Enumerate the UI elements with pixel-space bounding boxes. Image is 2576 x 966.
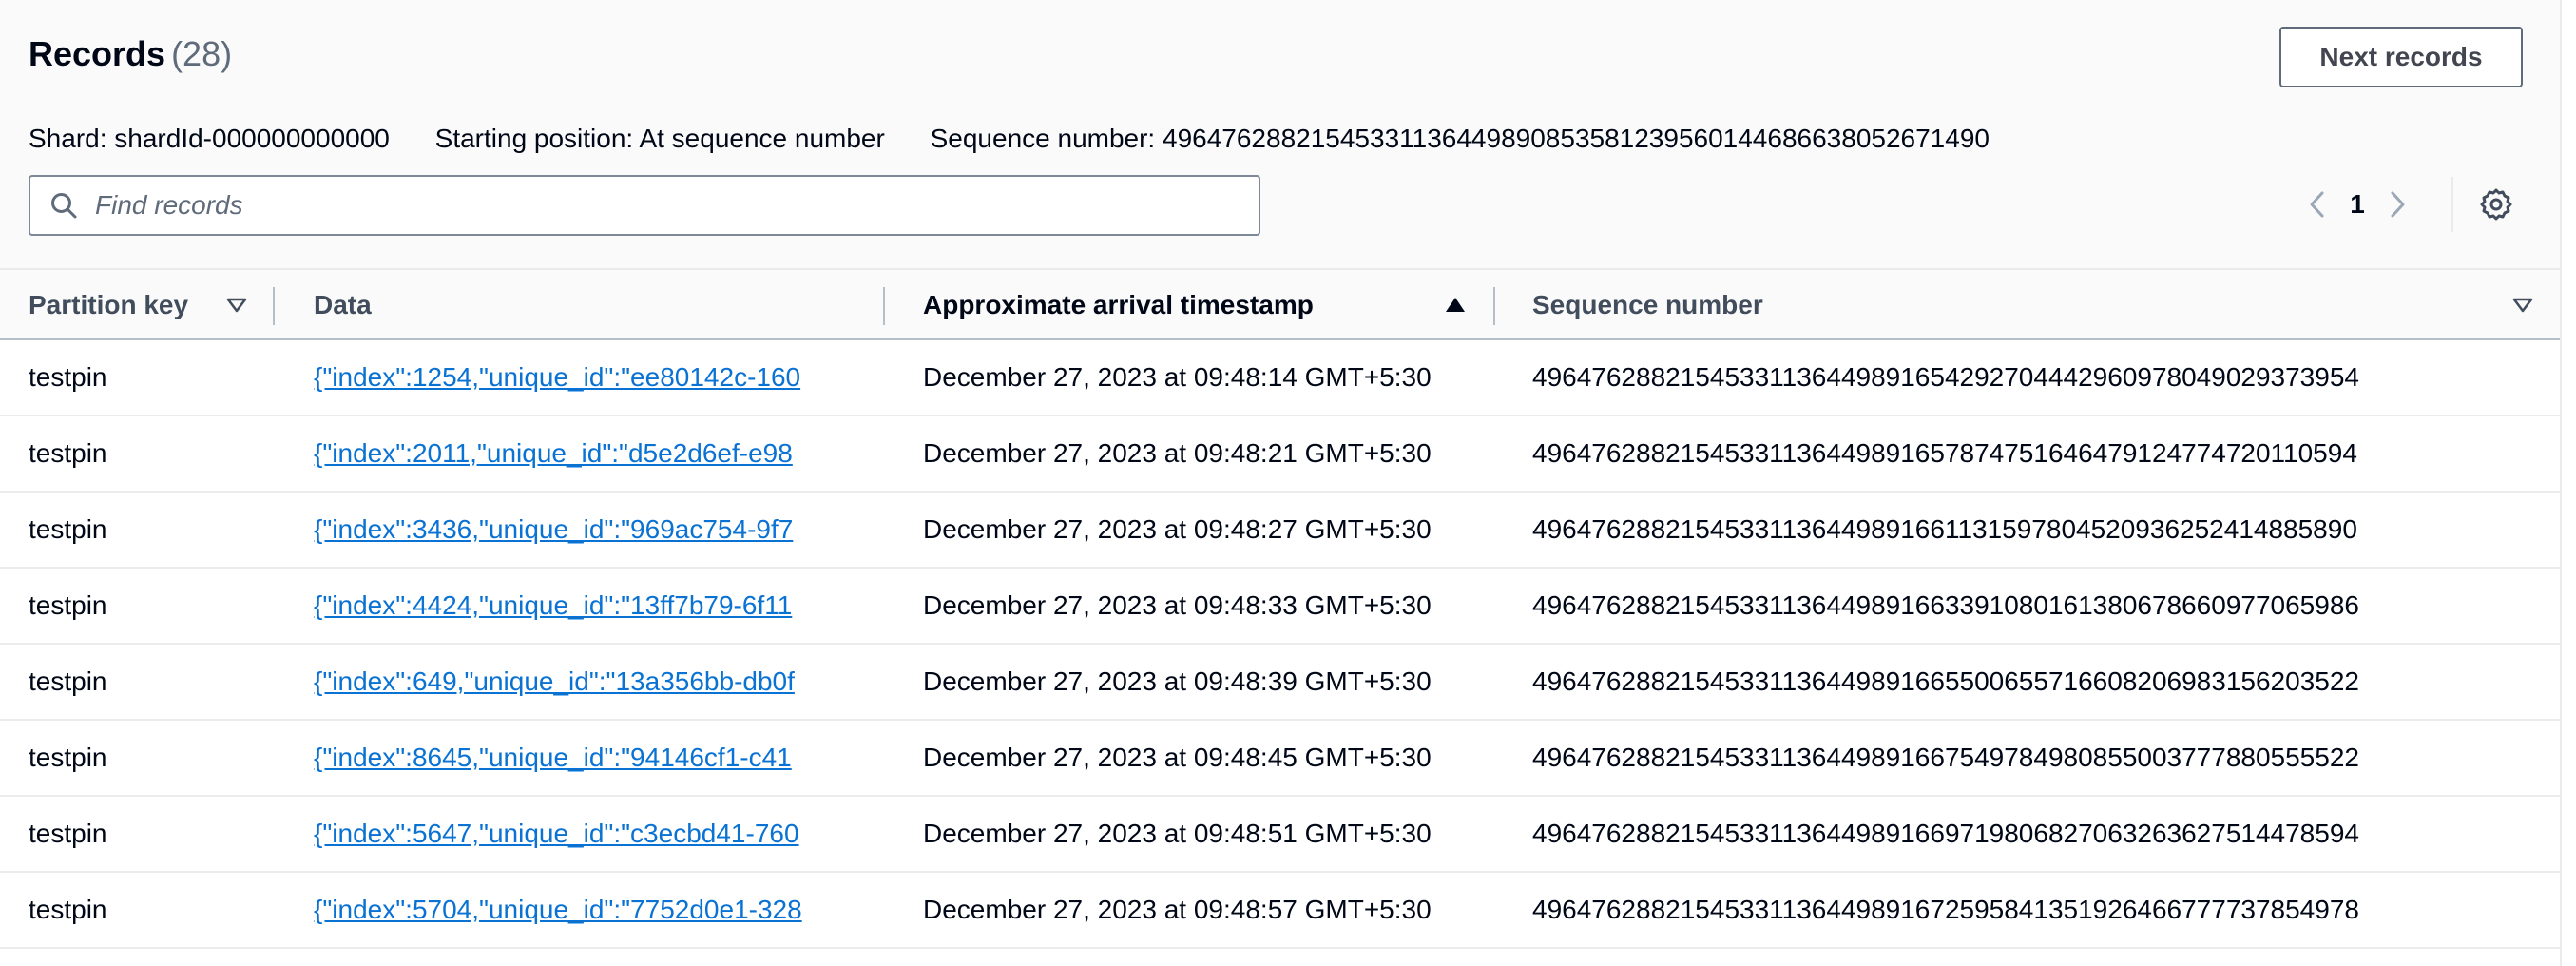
sequence-number-label: Sequence number: 49647628821545331136449… xyxy=(930,124,1990,153)
sequence-number-cell: 4964762882154533113644989165787475164647… xyxy=(1532,438,2357,468)
data-cell: {"index":649,"unique_id":"13a356bb-db0f xyxy=(314,645,846,719)
timestamp-cell: December 27, 2023 at 09:48:39 GMT+5:30 xyxy=(923,667,1432,696)
starting-position-label: Starting position: At sequence number xyxy=(434,124,885,153)
partition-key-cell: testpin xyxy=(29,438,107,468)
sequence-number-cell: 4964762882154533113644989165429270444296… xyxy=(1532,362,2359,392)
sequence-number-cell: 4964762882154533113644989166550065571660… xyxy=(1532,667,2359,696)
data-cell: {"index":3436,"unique_id":"969ac754-9f7 xyxy=(314,493,846,567)
table-row: testpin {"index":8645,"unique_id":"94146… xyxy=(0,721,2560,797)
table-row: testpin {"index":5704,"unique_id":"7752d… xyxy=(0,873,2560,949)
table-settings-button[interactable] xyxy=(2479,187,2513,222)
stream-position-info: Shard: shardId-000000000000 Starting pos… xyxy=(29,122,2028,156)
chevron-left-icon xyxy=(2310,191,2324,218)
column-header-timestamp[interactable]: Approximate arrival timestamp xyxy=(923,270,1314,340)
timestamp-cell: December 27, 2023 at 09:48:45 GMT+5:30 xyxy=(923,743,1432,772)
data-cell: {"index":5704,"unique_id":"7752d0e1-328 xyxy=(314,873,846,947)
column-resizer[interactable] xyxy=(273,287,275,325)
column-header-data[interactable]: Data xyxy=(314,270,372,340)
partition-key-cell: testpin xyxy=(29,819,107,848)
next-page-button[interactable] xyxy=(2382,181,2414,228)
data-cell: {"index":4424,"unique_id":"13ff7b79-6f11 xyxy=(314,569,846,643)
shard-label: Shard: shardId-000000000000 xyxy=(29,124,390,153)
sequence-number-cell: 4964762882154533113644989166113159780452… xyxy=(1532,514,2357,544)
column-resizer[interactable] xyxy=(883,287,885,325)
table-row: testpin {"index":4424,"unique_id":"13ff7… xyxy=(0,569,2560,645)
caret-down-icon[interactable] xyxy=(224,293,249,318)
partition-key-cell: testpin xyxy=(29,514,107,544)
partition-key-cell: testpin xyxy=(29,590,107,620)
current-page-number[interactable]: 1 xyxy=(2333,189,2382,220)
table-row: testpin {"index":5647,"unique_id":"c3ecb… xyxy=(0,797,2560,873)
record-data-link[interactable]: {"index":5647,"unique_id":"c3ecbd41-760 xyxy=(314,819,846,849)
records-page: Records (28) Next records Shard: shardId-… xyxy=(0,0,2576,966)
search-input[interactable] xyxy=(93,178,1259,233)
search-icon xyxy=(49,191,78,220)
table-row: testpin {"index":1254,"unique_id":"ee801… xyxy=(0,340,2560,416)
timestamp-cell: December 27, 2023 at 09:48:14 GMT+5:30 xyxy=(923,362,1432,392)
column-header-sequence-number[interactable]: Sequence number xyxy=(1532,270,1763,340)
partition-key-cell: testpin xyxy=(29,743,107,772)
timestamp-cell: December 27, 2023 at 09:48:21 GMT+5:30 xyxy=(923,438,1432,468)
table-row: testpin {"index":2011,"unique_id":"d5e2d… xyxy=(0,416,2560,493)
data-cell: {"index":5647,"unique_id":"c3ecbd41-760 xyxy=(314,797,846,871)
table-header: Partition key Data Approximate arrival t… xyxy=(0,268,2560,340)
data-cell: {"index":2011,"unique_id":"d5e2d6ef-e98 xyxy=(314,416,846,491)
record-data-link[interactable]: {"index":3436,"unique_id":"969ac754-9f7 xyxy=(314,514,846,545)
records-count: (28) xyxy=(171,34,233,73)
records-title: Records (28) xyxy=(29,32,232,76)
partition-key-cell: testpin xyxy=(29,895,107,924)
record-data-link[interactable]: {"index":1254,"unique_id":"ee80142c-160 xyxy=(314,362,846,393)
sequence-number-cell: 4964762882154533113644989166754978498085… xyxy=(1532,743,2359,772)
record-data-link[interactable]: {"index":5704,"unique_id":"7752d0e1-328 xyxy=(314,895,846,925)
column-resizer[interactable] xyxy=(1493,287,1495,325)
find-records-search[interactable] xyxy=(29,175,1260,236)
timestamp-cell: December 27, 2023 at 09:48:33 GMT+5:30 xyxy=(923,590,1432,620)
records-title-text: Records xyxy=(29,34,166,73)
table-row: testpin {"index":3436,"unique_id":"969ac… xyxy=(0,493,2560,569)
record-data-link[interactable]: {"index":649,"unique_id":"13a356bb-db0f xyxy=(314,667,846,697)
records-table: Partition key Data Approximate arrival t… xyxy=(0,268,2560,949)
pagination-divider xyxy=(2451,177,2453,232)
next-records-button[interactable]: Next records xyxy=(2279,27,2523,87)
column-header-partition-key[interactable]: Partition key xyxy=(29,270,188,340)
sequence-number-cell: 4964762882154533113644989166971980682706… xyxy=(1532,819,2359,848)
table-row: testpin {"index":649,"unique_id":"13a356… xyxy=(0,645,2560,721)
record-data-link[interactable]: {"index":2011,"unique_id":"d5e2d6ef-e98 xyxy=(314,438,846,469)
timestamp-cell: December 27, 2023 at 09:48:51 GMT+5:30 xyxy=(923,819,1432,848)
table-body: testpin {"index":1254,"unique_id":"ee801… xyxy=(0,340,2560,949)
scrollbar-track[interactable] xyxy=(2560,0,2576,966)
timestamp-cell: December 27, 2023 at 09:48:57 GMT+5:30 xyxy=(923,895,1432,924)
caret-up-filled-icon[interactable] xyxy=(1443,293,1468,318)
partition-key-cell: testpin xyxy=(29,362,107,392)
record-data-link[interactable]: {"index":4424,"unique_id":"13ff7b79-6f11 xyxy=(314,590,846,621)
data-cell: {"index":1254,"unique_id":"ee80142c-160 xyxy=(314,340,846,415)
data-cell: {"index":8645,"unique_id":"94146cf1-c41 xyxy=(314,721,846,795)
caret-down-icon[interactable] xyxy=(2510,293,2535,318)
chevron-right-icon xyxy=(2391,191,2405,218)
sequence-number-cell: 4964762882154533113644989167259584135192… xyxy=(1532,895,2359,924)
pagination: 1 xyxy=(2300,181,2414,228)
gear-icon xyxy=(2480,188,2512,221)
sequence-number-cell: 4964762882154533113644989166339108016138… xyxy=(1532,590,2359,620)
prev-page-button[interactable] xyxy=(2300,181,2333,228)
partition-key-cell: testpin xyxy=(29,667,107,696)
timestamp-cell: December 27, 2023 at 09:48:27 GMT+5:30 xyxy=(923,514,1432,544)
record-data-link[interactable]: {"index":8645,"unique_id":"94146cf1-c41 xyxy=(314,743,846,773)
